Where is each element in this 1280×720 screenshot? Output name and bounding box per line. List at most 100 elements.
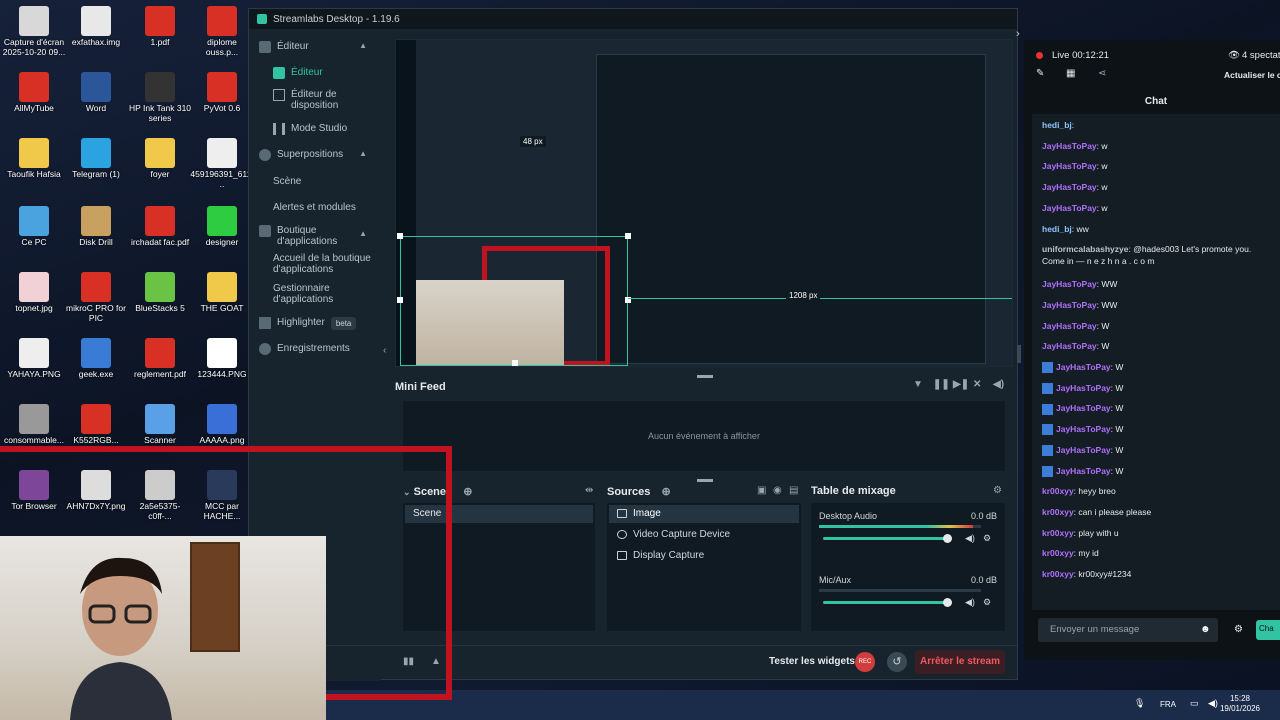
nav-section-superpositions[interactable]: Superpositions ▲	[259, 149, 391, 161]
chat-username[interactable]: JayHasToPay	[1042, 300, 1097, 310]
desktop-icon[interactable]: PyVot 0.6	[190, 72, 254, 114]
test-widgets-button[interactable]: Tester les widgets	[769, 656, 855, 667]
nav-item-alertes[interactable]: Alertes et modules	[273, 202, 405, 213]
stop-stream-button[interactable]: Arrêter le stream	[915, 650, 1005, 674]
chat-username[interactable]: uniformcalabashyzye	[1042, 244, 1128, 254]
nav-item-editeur[interactable]: Éditeur	[273, 67, 405, 79]
desktop-icon[interactable]: mikroC PRO for PIC	[64, 272, 128, 324]
desktop-icon[interactable]: exfathax.img	[64, 6, 128, 48]
chevron-up-icon[interactable]: ▲	[359, 149, 367, 158]
collapse-nav-icon[interactable]: ‹	[383, 345, 386, 356]
resize-handle[interactable]	[397, 297, 403, 303]
desktop-icon[interactable]: AAAAA.png	[190, 404, 254, 446]
source-add-folder-icon[interactable]: ▤	[789, 485, 798, 496]
desktop-icon[interactable]: Taoufik Hafsia	[2, 138, 66, 180]
nav-item-gestionnaire[interactable]: Gestionnaire d'applications	[273, 283, 373, 305]
volume-slider[interactable]	[823, 598, 952, 607]
scene-collapse-icon[interactable]: ⇹	[585, 485, 593, 496]
nav-item-accueil-boutique[interactable]: Accueil de la boutique d'applications	[273, 253, 373, 275]
preview-selection-box[interactable]	[400, 236, 628, 366]
record-button[interactable]: REC	[855, 652, 875, 672]
desktop-icon[interactable]: Word	[64, 72, 128, 114]
filter-icon[interactable]: ▼	[913, 379, 923, 390]
resize-bar[interactable]	[697, 479, 713, 482]
network-icon[interactable]: ▭	[1190, 698, 1199, 709]
chat-username[interactable]: JayHasToPay	[1042, 341, 1097, 351]
nav-item-scene[interactable]: Scène	[273, 176, 405, 187]
desktop-icon[interactable]: Capture d'écran 2025-10-20 09...	[2, 6, 66, 58]
clock[interactable]: 15:28 19/01/2026	[1220, 694, 1260, 715]
chevron-up-icon[interactable]: ▲	[359, 41, 367, 50]
add-source-icon[interactable]: ⊕	[661, 486, 670, 498]
chat-username[interactable]: JayHasToPay	[1042, 161, 1097, 171]
desktop-icon[interactable]: designer	[190, 206, 254, 248]
desktop-icon[interactable]: HP Ink Tank 310 series	[128, 72, 192, 124]
chat-username[interactable]: JayHasToPay	[1056, 362, 1111, 372]
desktop-icon[interactable]: Ce PC	[2, 206, 66, 248]
desktop-icon[interactable]: THE GOAT	[190, 272, 254, 314]
nav-item-enregistrements[interactable]: Enregistrements	[259, 343, 391, 355]
pause-icon[interactable]: ❚❚	[933, 379, 950, 390]
volume-slider[interactable]	[823, 534, 952, 543]
chat-username[interactable]: JayHasToPay	[1056, 424, 1111, 434]
chat-username[interactable]: kr00xyy	[1042, 486, 1074, 496]
refresh-chat-button[interactable]: Actualiser le c	[1224, 70, 1280, 80]
chat-message-input[interactable]: Envoyer un message	[1038, 618, 1218, 642]
desktop-icon[interactable]: topnet.jpg	[2, 272, 66, 314]
chat-username[interactable]: JayHasToPay	[1056, 445, 1111, 455]
desktop-icon[interactable]: 123444.PNG	[190, 338, 254, 380]
desktop-icon[interactable]: YAHAYA.PNG	[2, 338, 66, 380]
chat-username[interactable]: hedi_bj	[1042, 120, 1072, 130]
volume-slider-knob[interactable]	[943, 598, 952, 607]
nav-section-editeur[interactable]: Éditeur ▲	[259, 41, 391, 53]
chat-username[interactable]: JayHasToPay	[1042, 182, 1097, 192]
stream-preview[interactable]: 1208 px 48 px	[395, 39, 1013, 367]
chat-username[interactable]: JayHasToPay	[1042, 279, 1097, 289]
nav-item-highlighter[interactable]: Highlighter beta	[259, 317, 391, 330]
replay-icon[interactable]: ↺	[887, 652, 907, 672]
source-item-display[interactable]: Display Capture	[609, 547, 799, 565]
desktop-icon[interactable]: diplome ouss.p...	[190, 6, 254, 58]
language-indicator[interactable]: FRA	[1160, 700, 1176, 709]
chat-settings-icon[interactable]: ⚙	[1234, 624, 1243, 635]
volume-slider-knob[interactable]	[943, 534, 952, 543]
chat-username[interactable]: JayHasToPay	[1056, 383, 1111, 393]
desktop-icon[interactable]: 1.pdf	[128, 6, 192, 48]
chat-username[interactable]: kr00xyy	[1042, 528, 1074, 538]
skip-icon[interactable]: ▶❚	[953, 379, 969, 390]
chat-username[interactable]: JayHasToPay	[1042, 321, 1097, 331]
preview-scroll-handle[interactable]	[1017, 345, 1021, 363]
window-titlebar[interactable]: Streamlabs Desktop - 1.19.6	[249, 9, 1017, 29]
nav-item-editeur-disposition[interactable]: Éditeur de disposition	[273, 89, 373, 111]
chat-username[interactable]: kr00xyy	[1042, 507, 1074, 517]
source-folder-icon[interactable]: ▣	[757, 485, 766, 496]
resize-bar[interactable]	[697, 375, 713, 378]
desktop-icon[interactable]: consommable...	[2, 404, 66, 446]
add-scene-icon[interactable]: ⊕	[463, 486, 472, 498]
source-visibility-icon[interactable]: ◉	[773, 485, 782, 496]
chat-username[interactable]: JayHasToPay	[1056, 466, 1111, 476]
resize-handle[interactable]	[397, 233, 403, 239]
chat-username[interactable]: JayHasToPay	[1042, 141, 1097, 151]
store-icon[interactable]: ▦	[1066, 68, 1075, 79]
desktop-icon[interactable]: AllMyTube	[2, 72, 66, 114]
source-item-video[interactable]: Video Capture Device	[609, 526, 799, 544]
mute-icon[interactable]: ◀)	[965, 533, 975, 544]
chat-username[interactable]: JayHasToPay	[1056, 403, 1111, 413]
volume-icon[interactable]: ◀)	[993, 379, 1004, 390]
chat-username[interactable]: hedi_bj	[1042, 224, 1072, 234]
gear-icon[interactable]: ⚙	[983, 533, 991, 544]
desktop-icon[interactable]: Scanner	[128, 404, 192, 446]
desktop-icon[interactable]: reglement.pdf	[128, 338, 192, 380]
desktop-icon[interactable]: irchadat fac.pdf	[128, 206, 192, 248]
desktop-icon[interactable]: Disk Drill	[64, 206, 128, 248]
desktop-icon[interactable]: Telegram (1)	[64, 138, 128, 180]
gear-icon[interactable]: ⚙	[983, 597, 991, 608]
chat-send-button[interactable]: Cha	[1256, 620, 1280, 640]
nav-section-boutique[interactable]: Boutique d'applications ▲	[259, 225, 385, 247]
edit-icon[interactable]: ✎	[1036, 68, 1044, 79]
share-icon[interactable]: ⋖	[1098, 68, 1106, 79]
nav-item-mode-studio[interactable]: Mode Studio	[273, 123, 405, 135]
resize-handle[interactable]	[625, 233, 631, 239]
desktop-icon[interactable]: K552RGB...	[64, 404, 128, 446]
